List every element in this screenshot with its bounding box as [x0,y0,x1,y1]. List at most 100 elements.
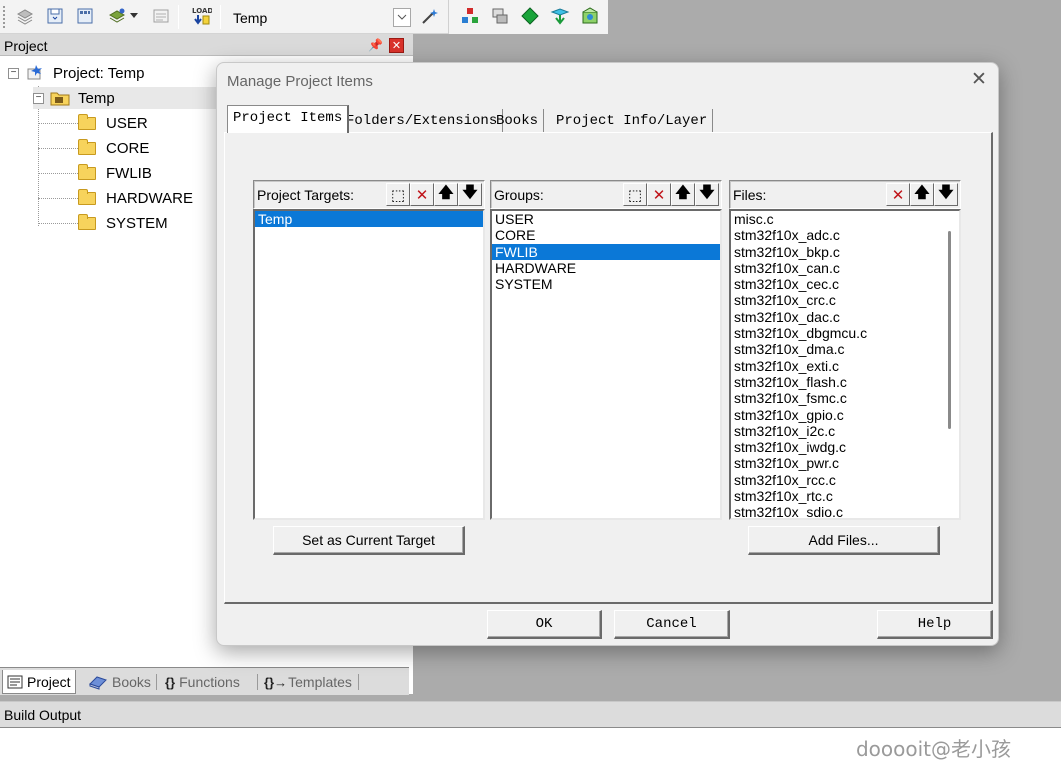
groups-header: Groups: ⬚ ✕ 🡅 🡇 [490,180,722,209]
cube-icon[interactable] [549,5,571,27]
move-down-group-button[interactable]: 🡇 [695,183,719,206]
file-list-item[interactable]: misc.c [731,211,959,227]
tab-separator [156,674,157,690]
functions-icon: {} [165,674,176,690]
files-list[interactable]: misc.c stm32f10x_adc.c stm32f10x_bkp.c s… [729,209,961,520]
file-list-item[interactable]: stm32f10x_bkp.c [731,244,959,260]
collapse-icon[interactable]: − [33,92,44,104]
diamond-icon[interactable] [519,5,541,27]
templates-icon: {}→ [264,674,288,690]
groups-list[interactable]: USER CORE FWLIB HARDWARE SYSTEM [490,209,722,520]
tree-line [38,123,78,124]
file-list-item[interactable]: stm32f10x_crc.c [731,292,959,308]
tree-root[interactable]: − Project: Temp [8,62,144,84]
collapse-icon[interactable]: − [8,67,19,79]
dropdown-arrow-icon[interactable] [128,5,140,27]
build-icon[interactable] [106,5,128,27]
pack-icon[interactable] [579,5,601,27]
group-list-item[interactable]: CORE [492,227,720,243]
tree-group-item[interactable]: HARDWARE [78,187,193,209]
toolbar-project-group [448,0,608,34]
tab-separator [257,674,258,690]
tree-line [38,173,78,174]
tree-target[interactable]: − Temp [33,87,218,109]
tab-books[interactable]: Books [84,670,155,694]
tree-line [38,223,78,224]
watermark: dooooit@老小孩 [855,737,1011,761]
tab-folders-extensions[interactable]: Folders/Extensions [341,109,504,133]
target-name[interactable]: Temp [233,10,267,26]
targets-list[interactable]: Temp [253,209,485,520]
panel-close-button[interactable]: ✕ [389,38,404,53]
batch-icon[interactable] [150,5,172,27]
save-icon[interactable] [44,5,66,27]
folder-icon [78,188,96,205]
manage-components-icon[interactable] [459,5,481,27]
file-list-item[interactable]: stm32f10x_fsmc.c [731,390,959,406]
file-list-item[interactable]: stm32f10x_rtc.c [731,488,959,504]
save-all-icon[interactable] [74,5,96,27]
tab-project[interactable]: Project [2,670,76,694]
pin-icon[interactable]: 📌 [368,38,383,52]
tab-label: Templates [288,674,352,690]
file-list-item[interactable]: stm32f10x_rcc.c [731,472,959,488]
file-list-item[interactable]: stm32f10x_sdio.c [731,504,959,518]
file-list-item[interactable]: stm32f10x_pwr.c [731,455,959,471]
tree-group-item[interactable]: CORE [78,137,149,159]
group-list-item[interactable]: FWLIB [492,243,720,260]
tree-group-item[interactable]: SYSTEM [78,212,168,234]
new-group-button[interactable]: ⬚ [623,183,647,206]
ok-button[interactable]: OK [487,610,602,639]
set-current-target-button[interactable]: Set as Current Target [273,526,465,555]
move-up-group-button[interactable]: 🡅 [671,183,695,206]
file-list-item[interactable]: stm32f10x_dma.c [731,341,959,357]
dialog-close-button[interactable]: ✕ [969,70,989,90]
add-files-button[interactable]: Add Files... [748,526,940,555]
file-list-item[interactable]: stm32f10x_dac.c [731,309,959,325]
tree-group-item[interactable]: USER [78,112,148,134]
file-list-item[interactable]: stm32f10x_adc.c [731,227,959,243]
stack-icon[interactable] [14,5,36,27]
tree-target-label: Temp [78,89,115,107]
delete-file-button[interactable]: ✕ [886,183,910,206]
tree-group-item[interactable]: FWLIB [78,162,152,184]
file-list-item[interactable]: stm32f10x_exti.c [731,358,959,374]
file-list-item[interactable]: stm32f10x_iwdg.c [731,439,959,455]
layers-icon[interactable] [489,5,511,27]
tab-project-info-layer[interactable]: Project Info/Layer [551,109,714,133]
group-list-item[interactable]: USER [492,211,720,227]
tree-group-label: CORE [106,139,150,157]
group-list-item[interactable]: HARDWARE [492,260,720,276]
project-icon [7,675,23,688]
delete-group-button[interactable]: ✕ [647,183,671,206]
file-list-item[interactable]: stm32f10x_cec.c [731,276,959,292]
load-icon[interactable]: LOAD [190,5,212,27]
delete-target-button[interactable]: ✕ [410,183,434,206]
manage-project-items-dialog: Manage Project Items ✕ Project Items Fol… [216,62,999,646]
cancel-button[interactable]: Cancel [614,610,730,639]
toolbar-grip[interactable] [3,6,6,28]
magic-wand-icon[interactable] [419,5,441,27]
tab-project-items[interactable]: Project Items [227,105,350,133]
tab-books[interactable]: Books [491,109,545,133]
move-up-file-button[interactable]: 🡅 [910,183,934,206]
file-list-item[interactable]: stm32f10x_dbgmcu.c [731,325,959,341]
tab-functions[interactable]: {} Functions [161,670,244,694]
tab-templates[interactable]: {}→ Templates [260,670,356,694]
toolbar-separator [178,5,179,29]
file-list-item[interactable]: stm32f10x_can.c [731,260,959,276]
target-dropdown-button[interactable] [393,8,411,27]
target-list-item[interactable]: Temp [255,211,483,228]
help-button[interactable]: Help [877,610,993,639]
move-down-target-button[interactable]: 🡇 [458,183,482,206]
move-up-target-button[interactable]: 🡅 [434,183,458,206]
file-list-item[interactable]: stm32f10x_flash.c [731,374,959,390]
move-down-file-button[interactable]: 🡇 [934,183,958,206]
panel-header: Project 📌 ✕ [0,34,413,56]
files-scrollbar[interactable] [948,231,951,429]
group-list-item[interactable]: SYSTEM [492,276,720,292]
file-list-item[interactable]: stm32f10x_i2c.c [731,423,959,439]
file-list-item[interactable]: stm32f10x_gpio.c [731,407,959,423]
new-target-button[interactable]: ⬚ [386,183,410,206]
svg-text:LOAD: LOAD [192,7,212,15]
